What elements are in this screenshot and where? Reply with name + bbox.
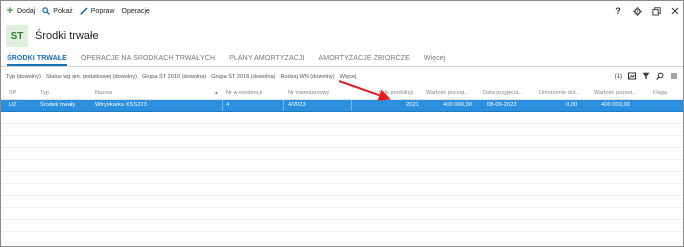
col-nr-ewidencji[interactable]: Nr w ewidencji [226, 90, 262, 96]
col-rok-produkcji[interactable]: Rok produkcji [379, 90, 413, 96]
column-divider [222, 100, 223, 111]
restore-window-icon[interactable] [652, 7, 661, 16]
cell-wartosc-pozostala: 400 000,00 [601, 102, 631, 108]
cell-nazwa: Wtryskarka XSS223 [95, 102, 147, 108]
filter-status[interactable]: Status wg am. podatkowej (dowolny) [46, 74, 137, 80]
table-row-empty [1, 220, 683, 232]
tab-operacje[interactable]: OPERACJE NA ŚRODKACH TRWAŁYCH [81, 55, 215, 66]
show-label: Pokaż [53, 7, 73, 15]
tab-plany-amortyzacji[interactable]: PLANY AMORTYZACJI [229, 55, 304, 66]
cell-wartosc-poczatkowa: 400 000,00 [443, 102, 473, 108]
table-row-empty [1, 136, 683, 148]
page-title: Środki trwałe [35, 30, 99, 42]
add-label: Dodaj [17, 7, 36, 15]
col-nazwa[interactable]: Nazwa [95, 90, 112, 96]
operations-menu[interactable]: Operacje [122, 8, 150, 15]
table-body: UŻ Środek trwały Wtryskarka XSS223 4 4/2… [1, 100, 683, 232]
table-row-selected[interactable]: UŻ Środek trwały Wtryskarka XSS223 4 4/2… [1, 100, 683, 112]
table-header: SP Typ Nazwa ▲ Nr w ewidencji Nr inwenta… [1, 88, 683, 100]
module-badge: ST [6, 25, 28, 47]
filter-typ[interactable]: Typ (dowolny) [6, 74, 41, 80]
table-row-empty [1, 172, 683, 184]
filter-count: (1) [614, 74, 622, 80]
module-header: ST Środki trwałe [1, 23, 683, 49]
table-row-empty [1, 196, 683, 208]
table-row-empty [1, 112, 683, 124]
filter-icon[interactable] [642, 72, 650, 82]
table-row-empty [1, 208, 683, 220]
cell-nr-ewidencji: 4 [226, 102, 230, 108]
table-row-empty [1, 124, 683, 136]
cell-sp: UŻ [9, 102, 17, 108]
settings-gear-icon[interactable] [633, 7, 642, 16]
add-button[interactable]: + Dodaj [6, 5, 36, 17]
table-row-empty [1, 184, 683, 196]
filter-wiecej[interactable]: Więcej [340, 74, 357, 80]
table-row-empty [1, 148, 683, 160]
toolbar: + Dodaj Pokaż Popraw Operacje ? [1, 1, 683, 21]
tab-srodki-trwale[interactable]: ŚRODKI TRWAŁE [7, 55, 67, 66]
column-divider [283, 100, 284, 111]
filter-grupa-2010[interactable]: Grupa ŚT 2010 (dowolna) [142, 74, 206, 80]
cell-nr-inwentarzowy: 4/2023 [288, 102, 306, 108]
window-controls: ? [603, 1, 679, 21]
search-icon [42, 7, 51, 15]
search-icon[interactable] [656, 72, 664, 82]
export-icon[interactable] [628, 72, 636, 82]
cell-umorzenie: 0,00 [566, 102, 578, 108]
filter-grupa-2016[interactable]: Grupa ŚT 2016 (dowolna) [211, 74, 275, 80]
col-wartosc-pozostala[interactable]: Wartość pozost... [594, 90, 637, 96]
tab-bar: ŚRODKI TRWAŁE OPERACJE NA ŚRODKACH TRWAŁ… [1, 50, 683, 67]
col-data-przyjecia[interactable]: Data przyjęcia... [483, 90, 523, 96]
cell-data-przyjecia: 08-09-2023 [487, 102, 517, 108]
tab-amortyzacje-zbiorcze[interactable]: AMORTYZACJE ZBIORCZE [319, 55, 410, 66]
col-flaga[interactable]: Flaga [653, 90, 667, 96]
operations-label: Operacje [121, 7, 150, 15]
col-nr-inwentarzowy[interactable]: Nr inwentarzowy [288, 90, 329, 96]
show-button[interactable]: Pokaż [42, 7, 73, 15]
close-icon[interactable] [671, 7, 679, 15]
plus-icon: + [6, 5, 14, 17]
col-typ[interactable]: Typ [40, 90, 49, 96]
table-row-empty [1, 160, 683, 172]
app-window: + Dodaj Pokaż Popraw Operacje ? ST Środk… [0, 0, 684, 247]
cell-rok-produkcji: 2021 [406, 102, 419, 108]
sort-asc-icon: ▲ [214, 90, 219, 96]
column-divider [351, 100, 352, 111]
col-umorzenie[interactable]: Umorzenie dot... [539, 90, 580, 96]
filter-rodzaj-wn[interactable]: Rodzaj WN (dowolny) [280, 74, 334, 80]
cell-typ: Środek trwały [40, 102, 76, 108]
help-icon[interactable]: ? [614, 7, 622, 16]
edit-button[interactable]: Popraw [79, 7, 115, 15]
pencil-icon [79, 7, 88, 15]
col-sp[interactable]: SP [9, 90, 16, 96]
edit-label: Popraw [90, 7, 115, 15]
filter-tools: (1) [609, 71, 678, 83]
menu-icon[interactable] [670, 72, 678, 82]
col-wartosc-poczatkowa[interactable]: Wartość począt... [426, 90, 469, 96]
tab-wiecej[interactable]: Więcej [424, 55, 446, 66]
filter-bar: Typ (dowolny) Status wg am. podatkowej (… [1, 71, 683, 83]
